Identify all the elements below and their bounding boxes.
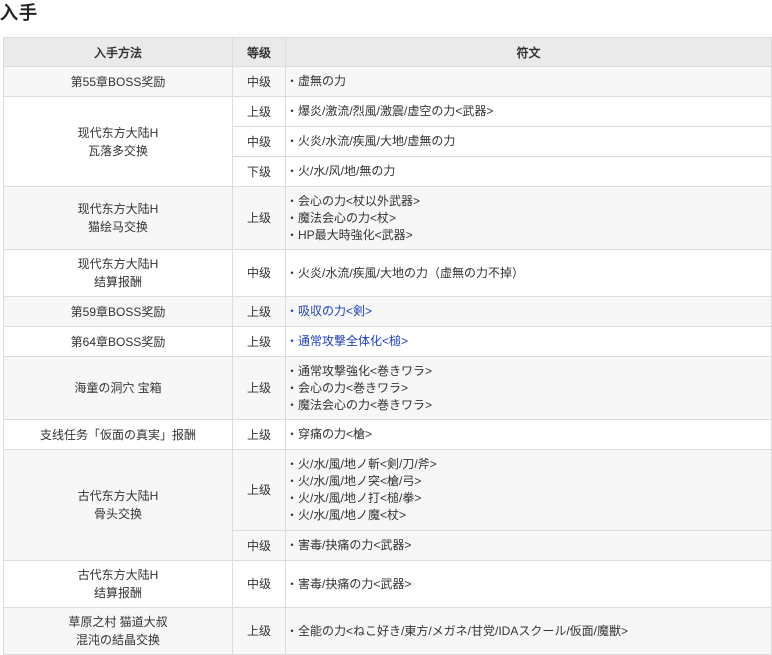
grade-cell: 上级 [232, 296, 286, 327]
table-row: 支线任务「仮面の真実」报酬 上级 ・穿痛の力<槍> [3, 419, 772, 450]
method-line: 古代东方大陆H [77, 568, 159, 582]
method-line: 混沌の結晶交换 [75, 633, 160, 647]
rune-line: ・火炎/水流/疾風/大地/虚無の力 [286, 134, 456, 148]
rune-line: ・全能の力<ねこ好き/東方/メガネ/甘党/IDAスクール/仮面/魔獣> [286, 623, 629, 638]
column-header-grade: 等级 [232, 37, 286, 67]
method-line: 支线任务「仮面の真実」报酬 [39, 427, 196, 442]
rune-cell: ・虚無の力 [285, 66, 772, 97]
method-line: 结算报酬 [93, 586, 142, 600]
method-cell: 第64章BOSS奖励 [3, 326, 233, 357]
rune-cell: ・爆炎/激流/烈風/激震/虚空の力<武器> [285, 96, 772, 127]
rune-line: ・火/水/風/地ノ斬<剣/刀/斧> [286, 457, 437, 471]
method-cell: 古代东方大陆H 骨头交换 [3, 449, 233, 561]
method-line: 瓦落多交换 [87, 143, 148, 158]
rune-line: ・会心の力<巻きワラ> [286, 380, 409, 395]
table-row: 草原之村 猫道大叔 混沌の結晶交换 上级 ・全能の力<ねこ好き/東方/メガネ/甘党/I… [3, 607, 772, 655]
column-header-method: 入手方法 [3, 37, 233, 67]
method-cell: 支线任务「仮面の真実」报酬 [3, 419, 233, 450]
table-row: 古代东方大陆H 骨头交换 上级 ・火/水/風/地ノ斬<剣/刀/斧> ・火/水/風/地ノ突… [3, 449, 772, 561]
rune-link[interactable]: ・通常攻撃全体化<槌> [286, 333, 771, 350]
method-cell: 草原之村 猫道大叔 混沌の結晶交换 [3, 607, 233, 655]
rune-cell: ・火/水/风/地/無の力 [285, 156, 772, 187]
rune-cell: ・吸収の力<剣> [285, 296, 772, 327]
rune-line: ・通常攻撃強化<巻きワラ> [286, 363, 433, 378]
method-line: 第55章BOSS奖励 [70, 74, 166, 89]
table-header-row: 入手方法 等级 符文 [3, 37, 772, 67]
grade-cell: 中级 [232, 560, 286, 608]
method-cell: 古代东方大陆H 结算报酬 [3, 560, 233, 608]
method-line: 猫绘马交换 [87, 220, 148, 234]
method-line: 古代东方大陆H [77, 489, 159, 503]
rune-line: ・火/水/風/地ノ打<槌/拳> [286, 491, 422, 505]
rune-line: ・害毒/抉痛の力<武器> [286, 576, 412, 591]
grade-cell: 中级 [232, 530, 286, 561]
grade-cell: 上级 [232, 607, 286, 655]
grade-cell: 上级 [232, 449, 286, 531]
rune-link[interactable]: ・吸収の力<剣> [286, 303, 771, 320]
table-row: 古代东方大陆H 结算报酬 中级 ・害毒/抉痛の力<武器> [3, 560, 772, 608]
rune-cell: ・会心の力<杖以外武器> ・魔法会心の力<杖> ・HP最大時強化<武器> [285, 186, 772, 250]
table-row: 现代东方大陆H 猫绘马交换 上级 ・会心の力<杖以外武器> ・魔法会心の力<杖> ・HP最… [3, 186, 772, 250]
page-title: 入手 [0, 3, 38, 23]
method-cell: 海童の洞穴 宝箱 [3, 356, 233, 420]
acquisition-table: 入手方法 等级 符文 第55章BOSS奖励 中级 ・虚無の力 现代东方大陆H 瓦落多交换… [3, 37, 772, 655]
method-line: 现代东方大陆H [77, 202, 159, 216]
table-row: 现代东方大陆H 结算报酬 中级 ・火炎/水流/疾風/大地の力（虚無の力不掉） [3, 249, 772, 297]
rune-line: ・穿痛の力<槍> [286, 427, 373, 441]
grade-cell: 上级 [232, 419, 286, 450]
method-cell: 现代东方大陆H 结算报酬 [3, 249, 233, 297]
rune-line: ・火/水/風/地ノ突<槍/弓> [286, 474, 422, 488]
method-line: 骨头交换 [93, 507, 142, 521]
grade-cell: 上级 [232, 186, 286, 250]
grade-cell: 上级 [232, 96, 286, 127]
rune-cell: ・火/水/風/地ノ斬<剣/刀/斧> ・火/水/風/地ノ突<槍/弓> ・火/水/風/地… [285, 449, 772, 531]
grade-cell: 上级 [232, 356, 286, 420]
rune-line: ・魔法会心の力<杖> [286, 210, 397, 225]
method-line: 现代东方大陆H [77, 125, 159, 140]
table-row: 第59章BOSS奖励 上级 ・吸収の力<剣> [3, 296, 772, 327]
rune-line: ・爆炎/激流/烈風/激震/虚空の力<武器> [286, 104, 494, 118]
rune-line: ・会心の力<杖以外武器> [286, 193, 421, 208]
rune-cell: ・全能の力<ねこ好き/東方/メガネ/甘党/IDAスクール/仮面/魔獣> [285, 607, 772, 655]
rune-line: ・虚無の力 [286, 74, 347, 88]
method-cell: 现代东方大陆H 猫绘马交换 [3, 186, 233, 250]
table-body: 第55章BOSS奖励 中级 ・虚無の力 现代东方大陆H 瓦落多交换 上级 ・爆炎/激流/烈風… [3, 66, 772, 655]
method-cell: 第55章BOSS奖励 [3, 66, 233, 97]
method-line: 草原之村 猫道大叔 [68, 615, 168, 629]
grade-cell: 上级 [232, 326, 286, 357]
method-line: 海童の洞穴 宝箱 [74, 381, 162, 395]
method-cell: 第59章BOSS奖励 [3, 296, 233, 327]
rune-line: ・火/水/風/地ノ魔<杖> [286, 508, 407, 522]
rune-cell: ・通常攻撃全体化<槌> [285, 326, 772, 357]
method-cell: 现代东方大陆H 瓦落多交换 [3, 96, 233, 187]
table-row: 海童の洞穴 宝箱 上级 ・通常攻撃強化<巻きワラ> ・会心の力<巻きワラ> ・魔法会心の… [3, 356, 772, 420]
table-row: 第64章BOSS奖励 上级 ・通常攻撃全体化<槌> [3, 326, 772, 357]
method-line: 第59章BOSS奖励 [70, 304, 166, 319]
method-line: 第64章BOSS奖励 [70, 334, 166, 349]
rune-cell: ・火炎/水流/疾風/大地の力（虚無の力不掉） [285, 249, 772, 297]
rune-cell: ・害毒/抉痛の力<武器> [285, 530, 772, 561]
rune-line: ・火炎/水流/疾風/大地の力（虚無の力不掉） [286, 265, 525, 280]
grade-cell: 下级 [232, 156, 286, 187]
method-line: 结算报酬 [93, 275, 142, 289]
grade-cell: 中级 [232, 249, 286, 297]
grade-cell: 中级 [232, 66, 286, 97]
column-header-rune: 符文 [285, 37, 772, 67]
table-row: 第55章BOSS奖励 中级 ・虚無の力 [3, 66, 772, 97]
method-line: 现代东方大陆H [77, 257, 159, 271]
rune-cell: ・火炎/水流/疾風/大地/虚無の力 [285, 126, 772, 157]
rune-cell: ・害毒/抉痛の力<武器> [285, 560, 772, 608]
table-row: 现代东方大陆H 瓦落多交换 上级 ・爆炎/激流/烈風/激震/虚空の力<武器> [3, 96, 772, 187]
rune-line: ・火/水/风/地/無の力 [286, 164, 396, 178]
rune-line: ・HP最大時強化<武器> [286, 227, 413, 242]
rune-line: ・魔法会心の力<巻きワラ> [286, 397, 433, 412]
rune-cell: ・通常攻撃強化<巻きワラ> ・会心の力<巻きワラ> ・魔法会心の力<巻きワラ> [285, 356, 772, 420]
rune-line: ・害毒/抉痛の力<武器> [286, 538, 412, 552]
rune-cell: ・穿痛の力<槍> [285, 419, 772, 450]
grade-cell: 中级 [232, 126, 286, 157]
